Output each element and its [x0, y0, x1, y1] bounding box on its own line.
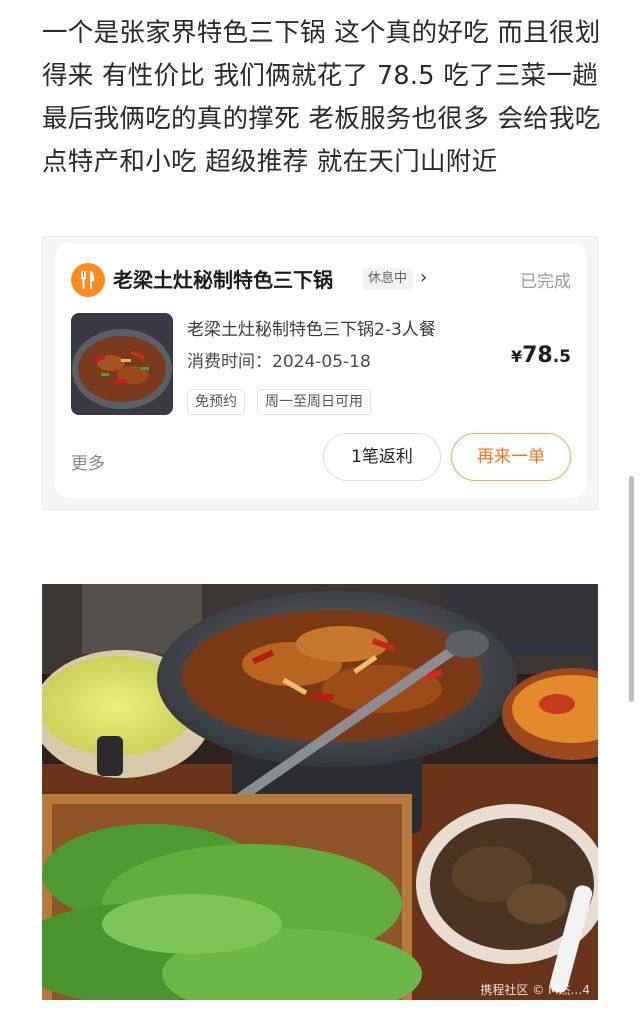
reorder-button[interactable]: 再来一单: [451, 433, 571, 481]
scrollbar[interactable]: [629, 476, 634, 702]
shop-name[interactable]: 老梁土灶秘制特色三下锅: [113, 264, 333, 293]
tag-no-reservation: 免预约: [187, 389, 245, 415]
price-currency: ¥: [510, 347, 523, 366]
chevron-right-icon[interactable]: ›: [420, 267, 427, 288]
post-text: 一个是张家界特色三下锅 这个真的好吃 而且很划得来 有性价比 我们俩就花了 78…: [42, 18, 601, 177]
photo-watermark: 携程社区 © M杰…4: [480, 983, 590, 997]
consume-time-label: 消费时间：: [187, 352, 272, 372]
order-card-container: 老梁土灶秘制特色三下锅 休息中 › 已完成 老梁土灶秘制特色三下锅2-3人餐 消…: [42, 236, 598, 510]
more-link[interactable]: 更多: [71, 449, 105, 474]
rest-status-badge: 休息中: [362, 268, 414, 290]
food-photo[interactable]: 携程社区 © M杰…4: [42, 584, 598, 1000]
consume-time: 消费时间：2024-05-18: [187, 347, 371, 372]
consume-time-value: 2024-05-18: [272, 352, 371, 372]
order-card[interactable]: 老梁土灶秘制特色三下锅 休息中 › 已完成 老梁土灶秘制特色三下锅2-3人餐 消…: [55, 243, 587, 498]
refund-button[interactable]: 1笔返利: [323, 433, 441, 481]
fork-knife-icon: [71, 263, 105, 297]
tag-available-days: 周一至周日可用: [257, 389, 371, 415]
item-title: 老梁土灶秘制特色三下锅2-3人餐: [187, 320, 436, 340]
order-status: 已完成: [520, 272, 571, 292]
dish-thumbnail[interactable]: [71, 313, 173, 415]
order-price: ¥78.5: [511, 343, 571, 368]
price-integer: 78: [522, 343, 553, 368]
price-decimal: .5: [552, 347, 571, 367]
